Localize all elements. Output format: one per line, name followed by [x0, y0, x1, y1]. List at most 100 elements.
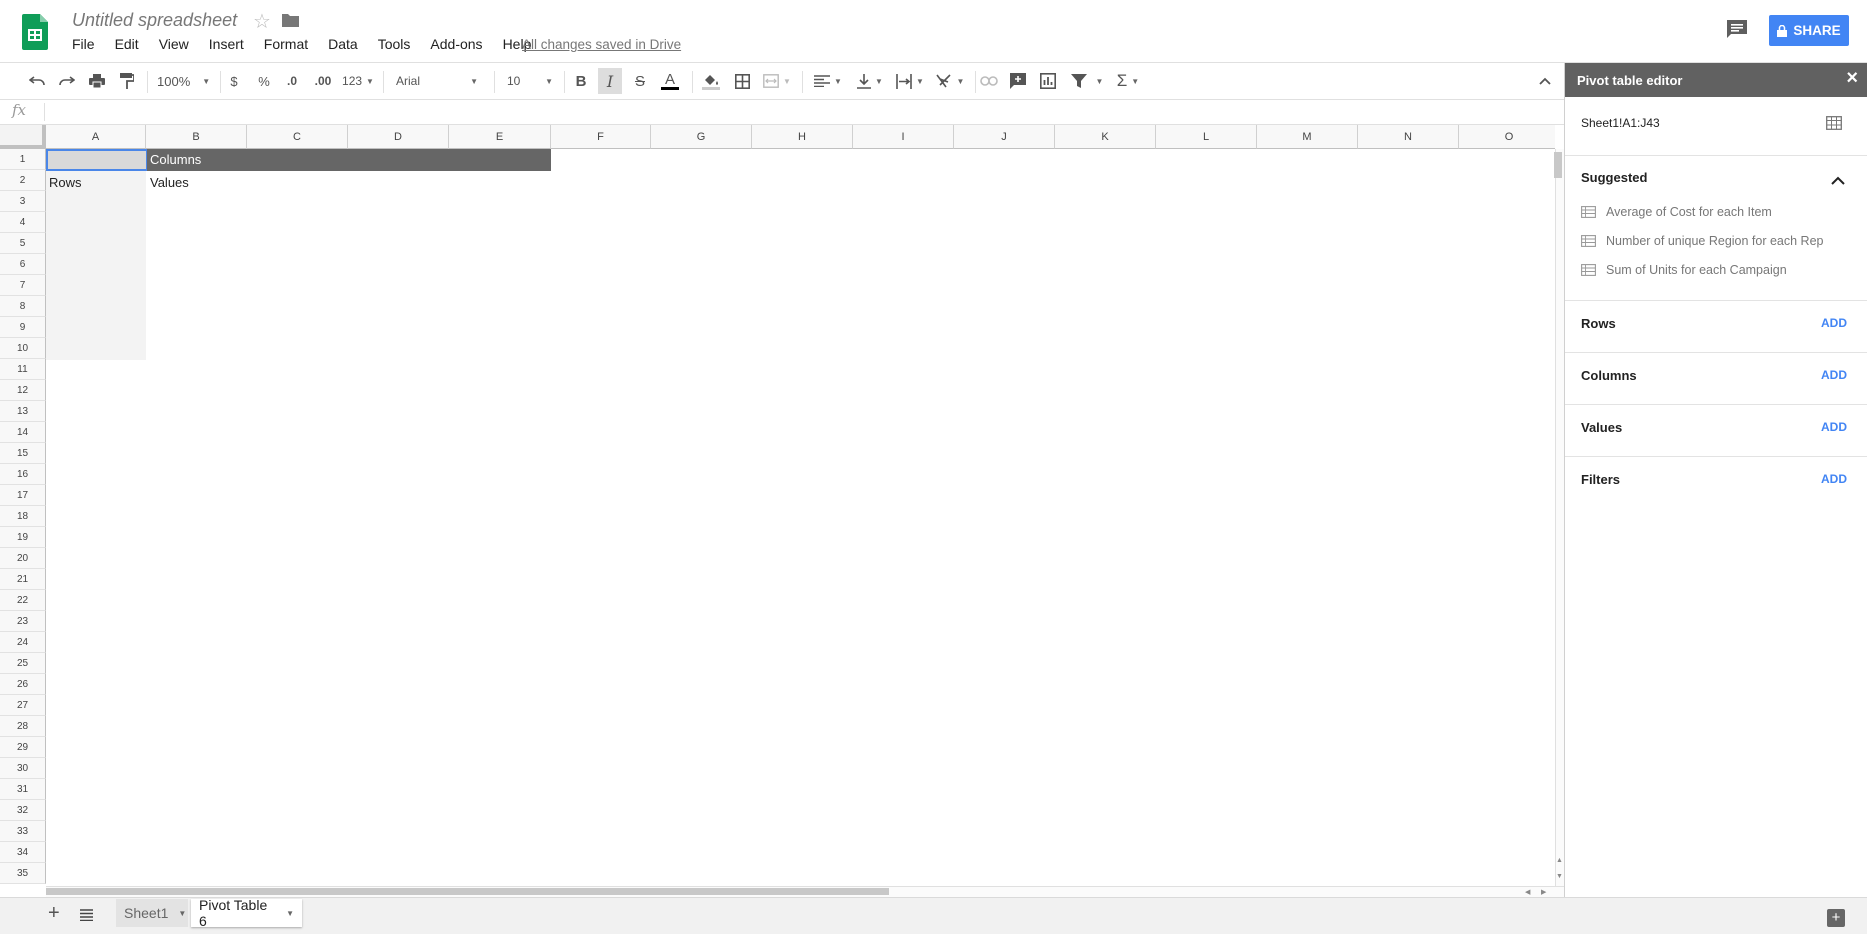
column-header[interactable]: H	[752, 125, 853, 149]
scroll-left-icon[interactable]: ◀	[1525, 888, 1530, 896]
row-header[interactable]: 3	[0, 191, 46, 212]
row-header[interactable]: 20	[0, 548, 46, 569]
font-size-select[interactable]: 10 ▼	[507, 70, 553, 92]
row-header[interactable]: 28	[0, 716, 46, 737]
column-header[interactable]: M	[1257, 125, 1358, 149]
font-family-select[interactable]: Arial ▼	[396, 70, 478, 92]
undo-icon[interactable]	[26, 70, 48, 92]
row-header[interactable]: 22	[0, 590, 46, 611]
row-header[interactable]: 23	[0, 611, 46, 632]
share-button[interactable]: SHARE	[1769, 15, 1849, 46]
select-range-icon[interactable]	[1826, 116, 1842, 130]
column-header[interactable]: L	[1156, 125, 1257, 149]
row-header[interactable]: 17	[0, 485, 46, 506]
row-header[interactable]: 31	[0, 779, 46, 800]
menu-edit[interactable]: Edit	[105, 36, 149, 52]
row-header[interactable]: 6	[0, 254, 46, 275]
bold-button[interactable]: B	[570, 70, 592, 92]
row-header[interactable]: 10	[0, 338, 46, 359]
cell-b2[interactable]: Values	[150, 175, 189, 190]
row-header[interactable]: 9	[0, 317, 46, 338]
vertical-scrollbar[interactable]	[1555, 149, 1564, 886]
cell-a2[interactable]: Rows	[49, 175, 82, 190]
row-header[interactable]: 26	[0, 674, 46, 695]
row-header[interactable]: 18	[0, 506, 46, 527]
document-title[interactable]: Untitled spreadsheet	[72, 10, 237, 31]
column-header[interactable]: G	[651, 125, 752, 149]
chevron-down-icon[interactable]: ▼	[178, 909, 186, 918]
row-header[interactable]: 33	[0, 821, 46, 842]
row-header[interactable]: 11	[0, 359, 46, 380]
row-header[interactable]: 14	[0, 422, 46, 443]
row-header[interactable]: 24	[0, 632, 46, 653]
column-header[interactable]: B	[146, 125, 247, 149]
row-header[interactable]: 25	[0, 653, 46, 674]
borders-icon[interactable]	[731, 70, 753, 92]
menu-format[interactable]: Format	[254, 36, 318, 52]
column-header[interactable]: K	[1055, 125, 1156, 149]
paint-format-icon[interactable]	[116, 70, 138, 92]
collapse-toolbar-icon[interactable]	[1537, 70, 1553, 92]
row-header[interactable]: 13	[0, 401, 46, 422]
row-header[interactable]: 2	[0, 170, 46, 191]
chevron-up-icon[interactable]	[1830, 174, 1846, 186]
formula-input[interactable]	[50, 102, 1550, 122]
vertical-scroll-thumb[interactable]	[1554, 152, 1562, 178]
row-header[interactable]: 29	[0, 737, 46, 758]
save-status-link[interactable]: All changes saved in Drive	[522, 37, 681, 52]
column-header[interactable]: A	[46, 125, 146, 149]
row-header[interactable]: 12	[0, 380, 46, 401]
row-header[interactable]: 15	[0, 443, 46, 464]
row-header[interactable]: 34	[0, 842, 46, 863]
sheet-tab-pivot-table-6[interactable]: Pivot Table 6 ▼	[191, 897, 302, 929]
merge-cells-icon[interactable]: ▼	[760, 70, 794, 92]
data-range[interactable]: Sheet1!A1:J43	[1581, 116, 1660, 130]
row-header[interactable]: 5	[0, 233, 46, 254]
row-header[interactable]: 8	[0, 296, 46, 317]
folder-icon[interactable]	[282, 13, 299, 27]
spreadsheet-grid[interactable]: ABCDEFGHIJKLMNO 1 2 3 4 5 6 7 8 9 10 11 12 13 14 15 16 1…	[0, 125, 1555, 886]
menu-data[interactable]: Data	[318, 36, 368, 52]
filters-add-button[interactable]: ADD	[1821, 472, 1847, 486]
suggestion-item[interactable]: Average of Cost for each Item	[1581, 205, 1772, 219]
text-wrapping-icon[interactable]: ▼	[893, 70, 927, 92]
star-icon[interactable]: ☆	[253, 9, 271, 34]
close-icon[interactable]: ×	[1846, 67, 1858, 90]
row-header[interactable]: 16	[0, 464, 46, 485]
insert-link-icon[interactable]	[978, 70, 1000, 92]
column-header[interactable]: E	[449, 125, 551, 149]
column-header[interactable]: I	[853, 125, 954, 149]
row-header[interactable]: 1	[0, 149, 46, 170]
columns-add-button[interactable]: ADD	[1821, 368, 1847, 382]
column-header[interactable]: F	[551, 125, 651, 149]
row-header[interactable]: 32	[0, 800, 46, 821]
scroll-right-icon[interactable]: ▶	[1541, 888, 1546, 896]
decrease-decimal-button[interactable]: .0	[283, 70, 301, 92]
select-all-corner[interactable]	[0, 125, 46, 149]
suggestion-item[interactable]: Number of unique Region for each Rep	[1581, 234, 1824, 248]
vertical-align-icon[interactable]: ▼	[853, 70, 887, 92]
filter-icon[interactable]: ▼	[1067, 70, 1107, 92]
row-header[interactable]: 21	[0, 569, 46, 590]
row-header[interactable]: 30	[0, 758, 46, 779]
strikethrough-button[interactable]: S	[629, 70, 651, 92]
currency-format-button[interactable]: $	[226, 70, 242, 92]
menu-file[interactable]: File	[62, 36, 105, 52]
column-header[interactable]: O	[1459, 125, 1555, 149]
horizontal-align-icon[interactable]: ▼	[810, 70, 846, 92]
add-sheet-icon[interactable]: +	[48, 902, 60, 925]
percent-format-button[interactable]: %	[255, 70, 273, 92]
column-header[interactable]: D	[348, 125, 449, 149]
functions-button[interactable]: Σ ▼	[1113, 70, 1143, 92]
print-icon[interactable]	[86, 70, 108, 92]
chevron-down-icon[interactable]: ▼	[286, 909, 294, 918]
pivot-columns-header[interactable]: Columns	[146, 149, 551, 171]
increase-decimal-button[interactable]: .00	[310, 70, 336, 92]
row-header[interactable]: 4	[0, 212, 46, 233]
menu-insert[interactable]: Insert	[199, 36, 254, 52]
horizontal-scroll-thumb[interactable]	[46, 888, 889, 895]
row-header[interactable]: 35	[0, 863, 46, 884]
selected-cell-a1[interactable]	[46, 149, 147, 171]
row-header[interactable]: 19	[0, 527, 46, 548]
text-rotation-icon[interactable]: ▼	[933, 70, 967, 92]
